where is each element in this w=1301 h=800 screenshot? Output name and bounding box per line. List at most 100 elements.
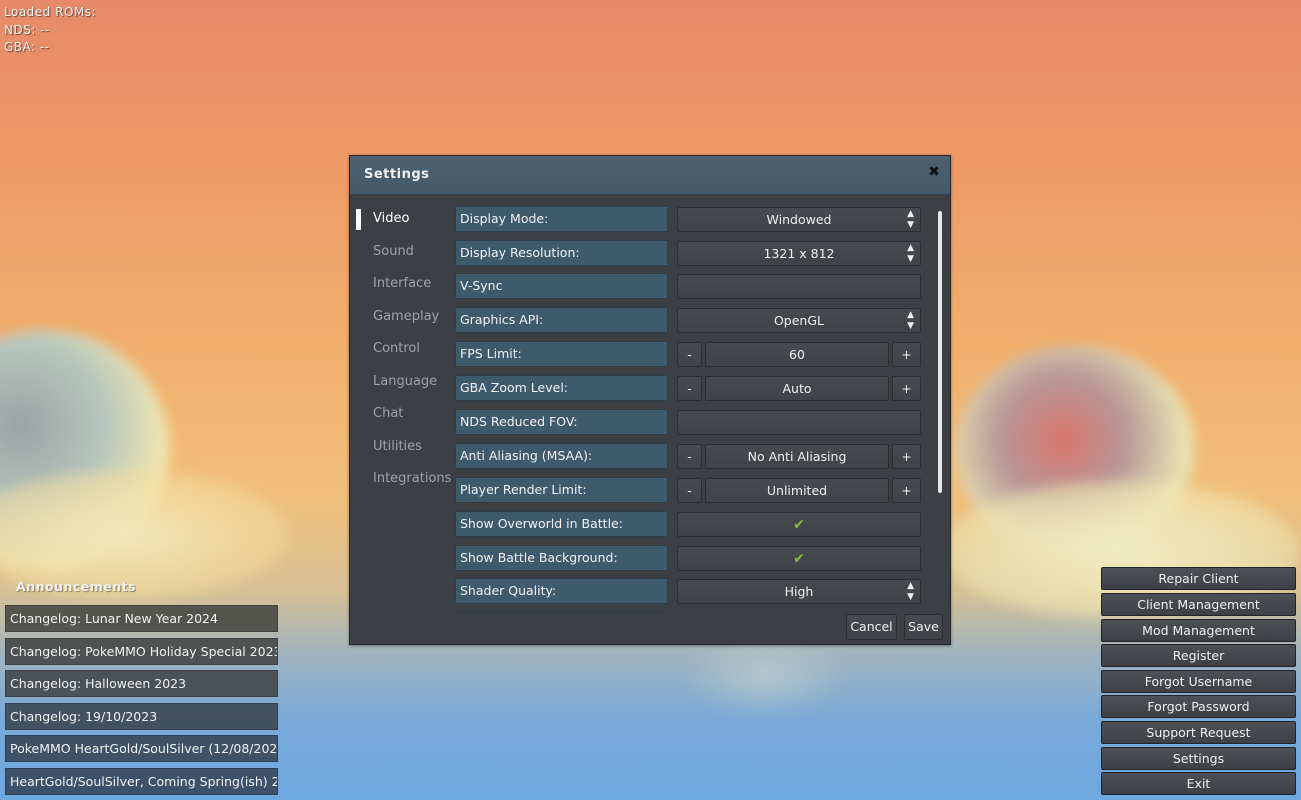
register-button[interactable]: Register	[1101, 644, 1296, 667]
setting-label: Graphics API:	[455, 307, 668, 333]
announcement-item[interactable]: Changelog: Lunar New Year 2024	[5, 605, 278, 632]
shader-quality-select[interactable]: High ▲ ▼	[677, 579, 921, 604]
nav-item-integrations[interactable]: Integrations	[350, 466, 452, 499]
player-render-limit-decrement-button[interactable]: -	[677, 478, 702, 503]
nav-item-label: Integrations	[373, 471, 452, 486]
anti-aliasing-decrement-button[interactable]: -	[677, 444, 702, 469]
settings-nav: Video Sound Interface Gameplay Control L…	[350, 206, 452, 499]
setting-label: Player Render Limit:	[455, 477, 668, 503]
setting-row-graphics-api: Graphics API: OpenGL ▲ ▼	[455, 307, 923, 333]
gba-zoom-value[interactable]: Auto	[705, 376, 889, 401]
announcement-item[interactable]: HeartGold/SoulSilver, Coming Spring(ish)…	[5, 768, 278, 795]
setting-label: Display Resolution:	[455, 239, 668, 266]
settings-rows: Display Mode: Windowed ▲ ▼ Display Resolut…	[455, 206, 923, 612]
nav-item-language[interactable]: Language	[350, 369, 450, 402]
setting-label: Display Mode:	[455, 206, 668, 232]
nav-item-label: Gameplay	[373, 308, 440, 324]
setting-row-shader-quality: Shader Quality: High ▲ ▼	[455, 578, 923, 604]
client-management-button[interactable]: Client Management	[1101, 593, 1296, 616]
announcements-title: Announcements	[16, 579, 137, 594]
forgot-password-button[interactable]: Forgot Password	[1101, 695, 1296, 718]
forgot-username-button[interactable]: Forgot Username	[1101, 670, 1296, 693]
show-overworld-toggle[interactable]: ✔	[677, 512, 921, 537]
check-icon: ✔	[793, 517, 805, 533]
setting-label: Show Battle Background:	[455, 545, 668, 571]
gba-zoom-increment-button[interactable]: +	[892, 376, 921, 401]
nav-item-sound[interactable]: Sound	[350, 239, 450, 272]
fps-limit-increment-button[interactable]: +	[892, 342, 921, 367]
select-arrows-icon: ▲ ▼	[907, 209, 914, 230]
setting-label	[455, 611, 668, 612]
save-button[interactable]: Save	[904, 614, 943, 640]
dialog-header: Settings ✖	[350, 156, 950, 195]
nav-item-label: Language	[373, 373, 438, 389]
select-value: 1321 x 812	[763, 245, 835, 261]
close-icon[interactable]: ✖	[927, 165, 941, 179]
settings-scrollbar[interactable]	[938, 211, 942, 493]
fps-limit-value[interactable]: 60	[705, 342, 889, 367]
settings-button[interactable]: Settings	[1101, 747, 1296, 770]
nds-rom-status: NDS: --	[4, 22, 50, 37]
nav-item-label: Sound	[373, 243, 414, 259]
nav-item-label: Control	[373, 341, 420, 356]
show-battle-background-toggle[interactable]: ✔	[677, 546, 921, 571]
setting-row-player-render-limit: Player Render Limit: - Unlimited +	[455, 477, 923, 503]
repair-client-button[interactable]: Repair Client	[1101, 567, 1296, 590]
graphics-api-select[interactable]: OpenGL ▲ ▼	[677, 308, 921, 333]
display-resolution-select[interactable]: 1321 x 812 ▲ ▼	[677, 240, 921, 266]
nav-item-chat[interactable]: Chat	[350, 401, 450, 434]
setting-row-gba-zoom-level: GBA Zoom Level: - Auto +	[455, 375, 923, 401]
setting-row-nds-reduced-fov: NDS Reduced FOV:	[455, 409, 923, 435]
nav-item-control[interactable]: Control	[350, 336, 450, 369]
setting-label: V-Sync	[455, 273, 668, 299]
anti-aliasing-value[interactable]: No Anti Aliasing	[705, 444, 889, 469]
nav-item-gameplay[interactable]: Gameplay	[350, 304, 450, 337]
nav-item-label: Utilities	[373, 438, 422, 454]
select-value: OpenGL	[773, 313, 825, 328]
setting-row-partial	[455, 611, 923, 612]
setting-label: Show Overworld in Battle:	[455, 511, 668, 537]
select-value: High	[784, 584, 814, 599]
nav-item-label: Chat	[373, 406, 404, 421]
nav-item-interface[interactable]: Interface	[350, 271, 450, 304]
announcement-item[interactable]: PokeMMO HeartGold/SoulSilver (12/08/2023…	[5, 735, 278, 762]
setting-label: NDS Reduced FOV:	[455, 409, 668, 435]
gba-zoom-decrement-button[interactable]: -	[677, 376, 702, 401]
announcement-item[interactable]: Changelog: PokeMMO Holiday Special 2023	[5, 638, 278, 665]
select-arrows-icon: ▲ ▼	[907, 242, 914, 264]
setting-row-show-overworld-in-battle: Show Overworld in Battle: ✔	[455, 511, 923, 537]
loaded-roms-title: Loaded ROMs:	[4, 5, 97, 19]
select-value: Windowed	[766, 212, 832, 227]
setting-label: Shader Quality:	[455, 578, 668, 604]
nav-item-label: Video	[373, 211, 410, 226]
vsync-toggle[interactable]	[677, 274, 921, 299]
fps-limit-decrement-button[interactable]: -	[677, 342, 702, 367]
setting-label: GBA Zoom Level:	[455, 375, 668, 401]
setting-row-fps-limit: FPS Limit: - 60 +	[455, 341, 923, 367]
anti-aliasing-increment-button[interactable]: +	[892, 444, 921, 469]
player-render-limit-increment-button[interactable]: +	[892, 478, 921, 503]
nds-reduced-fov-toggle[interactable]	[677, 410, 921, 435]
setting-row-anti-aliasing: Anti Aliasing (MSAA): - No Anti Aliasing…	[455, 443, 923, 469]
nav-item-video[interactable]: Video	[350, 206, 450, 239]
gba-rom-status: GBA: --	[4, 40, 50, 54]
dialog-title: Settings	[364, 167, 430, 182]
nav-item-utilities[interactable]: Utilities	[350, 434, 450, 467]
support-request-button[interactable]: Support Request	[1101, 721, 1296, 744]
active-marker	[356, 209, 361, 230]
settings-dialog: Settings ✖ Video Sound Interface Gamepla…	[349, 155, 951, 645]
display-mode-select[interactable]: Windowed ▲ ▼	[677, 207, 921, 232]
player-render-limit-value[interactable]: Unlimited	[705, 478, 889, 503]
exit-button[interactable]: Exit	[1101, 772, 1296, 795]
select-arrows-icon: ▲ ▼	[907, 581, 914, 602]
announcement-item[interactable]: Changelog: 19/10/2023	[5, 703, 278, 730]
setting-label: FPS Limit:	[455, 341, 668, 367]
setting-row-vsync: V-Sync	[455, 273, 923, 299]
setting-label: Anti Aliasing (MSAA):	[455, 443, 668, 469]
announcement-item[interactable]: Changelog: Halloween 2023	[5, 670, 278, 697]
select-arrows-icon: ▲ ▼	[907, 310, 914, 331]
nav-item-label: Interface	[373, 276, 432, 291]
cancel-button[interactable]: Cancel	[846, 614, 897, 640]
mod-management-button[interactable]: Mod Management	[1101, 619, 1296, 642]
loaded-roms-info: Loaded ROMs: NDS: -- GBA: --	[4, 4, 96, 57]
